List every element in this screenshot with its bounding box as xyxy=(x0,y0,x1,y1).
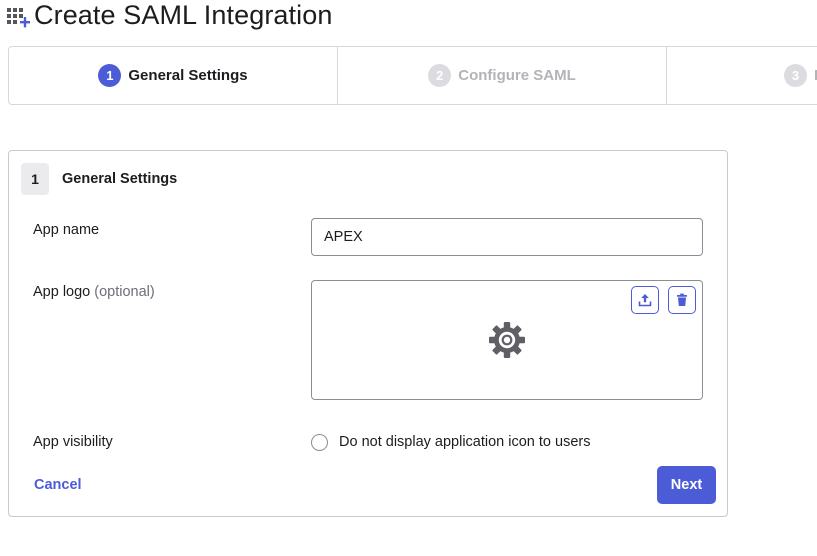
card-header: 1 General Settings xyxy=(21,163,177,195)
next-button[interactable]: Next xyxy=(657,466,716,504)
hide-app-icon-checkbox[interactable] xyxy=(311,434,328,451)
page-header: Create SAML Integration xyxy=(6,0,332,30)
step-label: General Settings xyxy=(128,67,248,84)
wizard-stepper: 1 General Settings 2 Configure SAML 3 F xyxy=(8,46,817,105)
step-number: 1 xyxy=(98,64,122,87)
app-logo-dropzone[interactable] xyxy=(311,280,703,400)
optional-hint: (optional) xyxy=(94,284,155,300)
step-third[interactable]: 3 F xyxy=(667,47,817,104)
cancel-button[interactable]: Cancel xyxy=(34,477,82,493)
delete-logo-button[interactable] xyxy=(668,286,696,314)
step-configure-saml[interactable]: 2 Configure SAML xyxy=(338,47,667,104)
upload-logo-button[interactable] xyxy=(631,286,659,314)
app-name-input[interactable] xyxy=(311,218,703,256)
card-title: General Settings xyxy=(62,171,178,187)
step-number: 2 xyxy=(428,64,452,87)
gear-icon xyxy=(489,322,525,358)
trash-icon xyxy=(677,293,687,306)
apps-add-icon xyxy=(7,8,30,28)
app-logo-label-text: App logo xyxy=(33,284,91,300)
app-logo-label: App logo (optional) xyxy=(33,284,155,300)
page-title: Create SAML Integration xyxy=(34,0,333,30)
step-label: Configure SAML xyxy=(458,67,576,84)
upload-icon xyxy=(638,294,652,307)
step-general-settings[interactable]: 1 General Settings xyxy=(9,47,338,104)
card-step-number: 1 xyxy=(21,163,49,195)
app-name-label: App name xyxy=(33,222,100,238)
hide-app-icon-checkbox-label[interactable]: Do not display application icon to users xyxy=(339,434,590,450)
step-number: 3 xyxy=(784,64,807,87)
general-settings-card: 1 General Settings App name App logo (op… xyxy=(8,150,728,517)
app-visibility-label: App visibility xyxy=(33,434,113,450)
